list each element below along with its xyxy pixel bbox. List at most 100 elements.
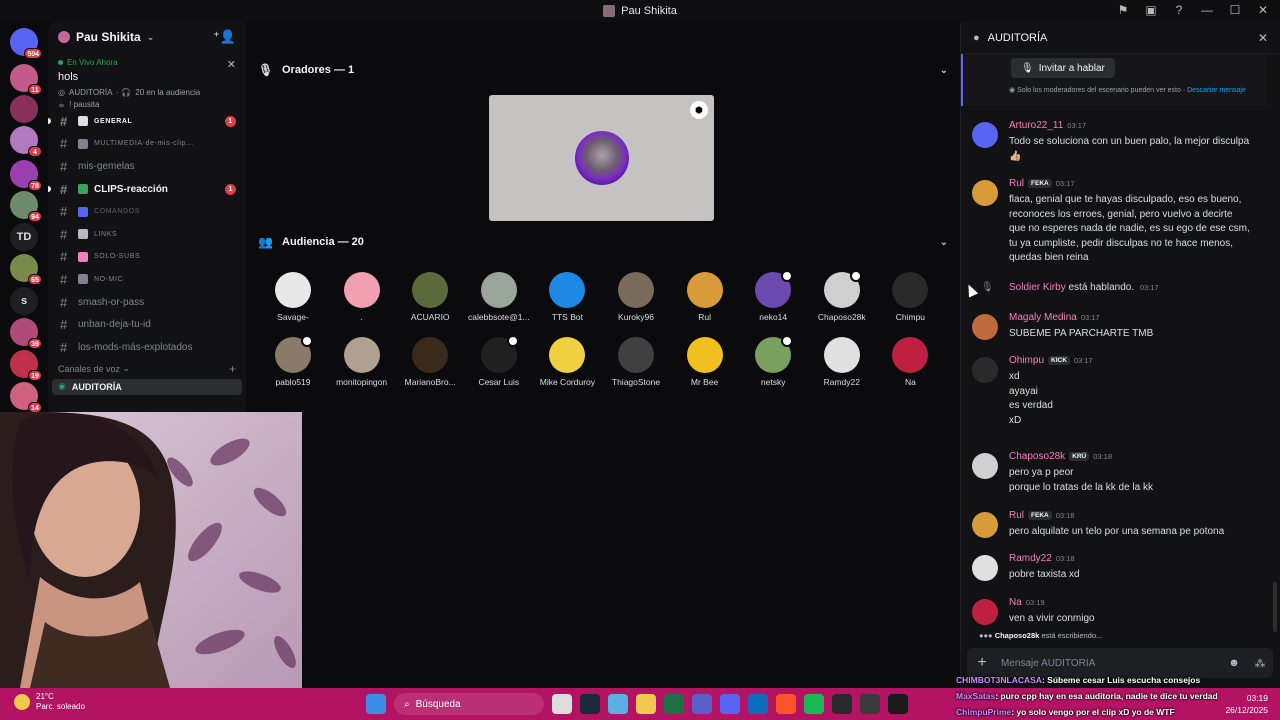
message-author[interactable]: Ohimpu <box>1009 355 1044 366</box>
server-icon-server-s[interactable]: s <box>10 287 38 315</box>
audience-section-header[interactable]: 👥 Audiencia — 20 ⌄ <box>258 232 948 252</box>
task-view-icon[interactable] <box>552 694 572 714</box>
audience-member[interactable]: calebbsote@1... <box>464 272 534 322</box>
channel-item[interactable]: # los-mods-más-explotados <box>48 336 246 359</box>
channel-item[interactable]: # CLIPS-reacción 1 <box>48 178 246 201</box>
server-icon-server-3[interactable]: 4 <box>10 126 42 157</box>
help-icon[interactable]: ? <box>1172 3 1186 17</box>
audience-member[interactable]: Chaposo28k <box>807 270 877 322</box>
server-icon-server-4[interactable]: 78 <box>10 160 42 191</box>
discord-icon[interactable] <box>720 694 740 714</box>
apps-icon[interactable]: ⁂ <box>1247 657 1273 670</box>
logitech-icon[interactable] <box>888 694 908 714</box>
audience-member[interactable]: Savage- <box>258 272 328 322</box>
brave-icon[interactable] <box>776 694 796 714</box>
channel-item[interactable]: # GENERAL 1 <box>48 110 246 133</box>
avatar[interactable] <box>972 453 998 479</box>
voice-category-header[interactable]: Canales de voz ⌄ + <box>48 359 246 379</box>
channel-item[interactable]: # NO-MIC <box>48 268 246 291</box>
server-icon-server-8[interactable]: 19 <box>10 350 42 381</box>
audience-member[interactable]: Ramdy22 <box>807 337 877 387</box>
file-explorer-icon[interactable] <box>636 694 656 714</box>
chevron-down-icon[interactable]: ⌄ <box>940 237 948 248</box>
channel-item[interactable]: # SOLO-SUBS <box>48 246 246 269</box>
server-icon-home[interactable]: 504 <box>10 28 42 59</box>
close-chat-icon[interactable]: ✕ <box>1258 31 1268 45</box>
system-message-author[interactable]: Soldier Kirby <box>1009 282 1066 293</box>
message-author[interactable]: Rul <box>1009 510 1024 521</box>
inbox-flag-icon[interactable]: ⚑ <box>1116 3 1130 17</box>
taskbar-clock[interactable]: 03:19 26/12/2025 <box>1225 692 1268 716</box>
steam-icon[interactable] <box>580 694 600 714</box>
audience-member[interactable]: monitopingon <box>327 337 397 387</box>
channel-item[interactable]: # mis-gemelas <box>48 155 246 178</box>
minimize-icon[interactable]: — <box>1200 3 1214 17</box>
audience-member[interactable]: ACUARIO <box>395 272 465 322</box>
server-icon-server-1[interactable]: 11 <box>10 64 42 95</box>
avatar[interactable] <box>972 314 998 340</box>
audience-member[interactable]: Na <box>875 337 945 387</box>
add-channel-icon[interactable]: + <box>229 362 236 376</box>
add-user-icon[interactable]: ⁺👤 <box>213 29 236 45</box>
channel-item[interactable]: # unban-deja-tu-id <box>48 313 246 336</box>
outlook-icon[interactable] <box>748 694 768 714</box>
live-stage-card[interactable]: En Vivo Ahora hols ◎ AUDITORÍA · 🎧 20 en… <box>54 56 240 110</box>
message-author[interactable]: Ramdy22 <box>1009 553 1052 564</box>
server-icon-server-7[interactable]: 39 <box>10 318 42 349</box>
audience-member[interactable]: TTS Bot <box>532 272 602 322</box>
avatar[interactable] <box>972 357 998 383</box>
dismiss-message-link[interactable]: Descartar mensaje <box>1187 87 1246 94</box>
audience-member[interactable]: . <box>327 272 397 322</box>
speaker-tile[interactable]: ⬢ <box>489 95 714 221</box>
teams-icon[interactable] <box>692 694 712 714</box>
audience-member[interactable]: pablo519 <box>258 335 328 387</box>
audience-member[interactable]: netsky <box>738 335 808 387</box>
windows-start-icon[interactable] <box>366 694 386 714</box>
chat-scrollbar[interactable] <box>1273 582 1277 632</box>
media-app-icon[interactable] <box>832 694 852 714</box>
emoji-icon[interactable]: ☻ <box>1221 657 1247 669</box>
channel-item[interactable]: # LINKS <box>48 223 246 246</box>
audience-member[interactable]: MarianoBro... <box>395 337 465 387</box>
avatar[interactable] <box>972 122 998 148</box>
audience-member[interactable]: Chimpu <box>875 272 945 322</box>
message-author[interactable]: Chaposo28k <box>1009 451 1065 462</box>
message-author[interactable]: Na <box>1009 597 1022 608</box>
excel-icon[interactable] <box>664 694 684 714</box>
taskbar-search[interactable]: ⌕ Búsqueda <box>394 693 544 715</box>
chevron-down-icon[interactable]: ⌄ <box>940 65 948 76</box>
message-author[interactable]: Rul <box>1009 178 1024 189</box>
close-live-card-icon[interactable]: ✕ <box>227 58 236 71</box>
maximize-icon[interactable]: ☐ <box>1228 3 1242 17</box>
avatar[interactable] <box>972 555 998 581</box>
channel-item[interactable]: # MULTIMEDIA-de-mis-clip... <box>48 133 246 156</box>
audience-member[interactable]: neko14 <box>738 270 808 322</box>
weather-widget[interactable]: 21°C Parc. soleado <box>14 692 85 712</box>
message-author[interactable]: Arturo22_11 <box>1009 120 1063 131</box>
server-icon-server-5[interactable]: 94 <box>10 191 42 222</box>
server-icon-server-9[interactable]: 14 <box>10 382 42 413</box>
avatar[interactable] <box>972 180 998 206</box>
speakers-section-header[interactable]: 🎙 Oradores — 1 ⌄ <box>258 60 948 80</box>
server-icon-server-td[interactable]: TD <box>10 223 38 251</box>
channel-item[interactable]: # COMANDOS <box>48 200 246 223</box>
obs-icon[interactable] <box>860 694 880 714</box>
channel-item[interactable]: # smash-or-pass <box>48 291 246 314</box>
server-header[interactable]: Pau Shikita ⌄ ⁺👤 <box>48 22 246 52</box>
audience-member[interactable]: ThiagoStone <box>601 337 671 387</box>
screen-share-icon[interactable]: ▣ <box>1144 3 1158 17</box>
add-attachment-icon[interactable]: + <box>967 654 997 672</box>
invite-to-speak-button[interactable]: 🎙 Invitar a hablar <box>1011 58 1115 78</box>
audience-member[interactable]: Cesar Luis <box>464 335 534 387</box>
server-icon-server-2[interactable] <box>10 95 38 123</box>
close-icon[interactable]: ✕ <box>1256 3 1270 17</box>
audience-member[interactable]: Mr Bee <box>670 337 740 387</box>
audience-member[interactable]: Kuroky96 <box>601 272 671 322</box>
audience-member[interactable]: Rul <box>670 272 740 322</box>
spotify-icon[interactable] <box>804 694 824 714</box>
copilot-icon[interactable] <box>608 694 628 714</box>
avatar[interactable] <box>972 512 998 538</box>
avatar[interactable] <box>972 599 998 625</box>
audience-member[interactable]: Mike Corduroy <box>532 337 602 387</box>
message-author[interactable]: Magaly Medina <box>1009 312 1077 323</box>
